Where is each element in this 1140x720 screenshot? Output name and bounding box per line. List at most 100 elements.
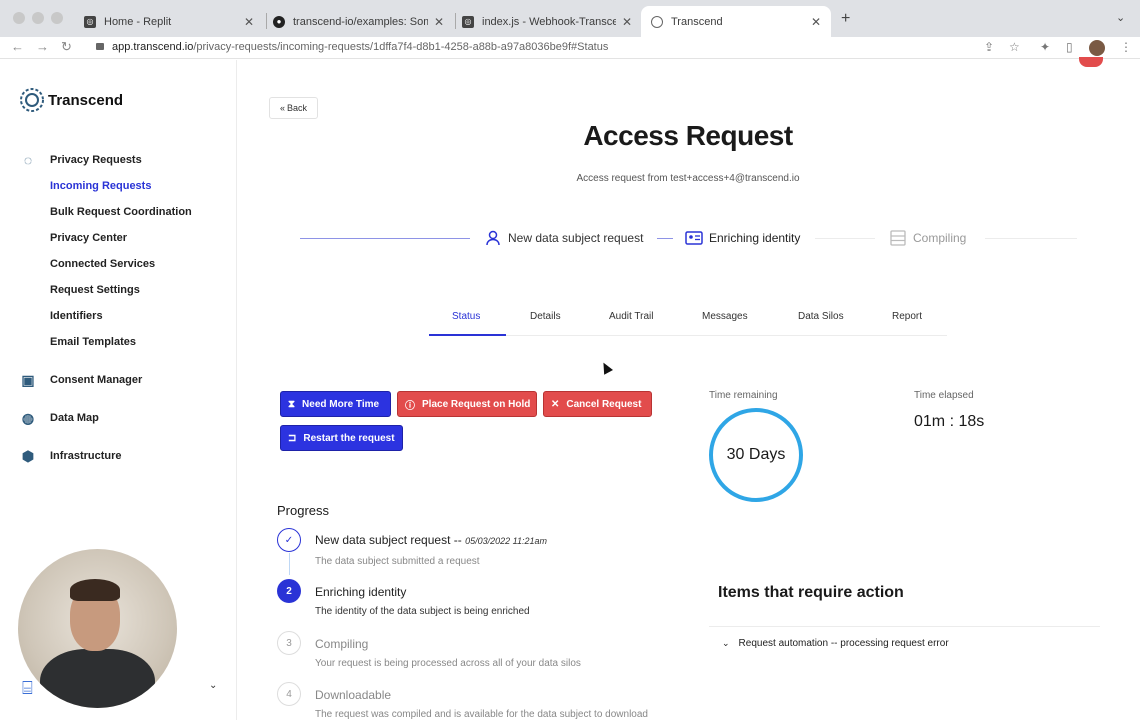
stage-connector bbox=[657, 238, 673, 239]
sidebar-item-identifiers[interactable]: Identifiers bbox=[50, 310, 103, 322]
sidebar-item-bulk-request-coordination[interactable]: Bulk Request Coordination bbox=[50, 206, 192, 218]
tab-report[interactable]: Report bbox=[892, 311, 922, 322]
mouse-cursor bbox=[599, 360, 613, 375]
stage-connector bbox=[815, 238, 875, 239]
button-label: Place Request on Hold bbox=[422, 398, 531, 410]
step-title: Compiling bbox=[315, 637, 369, 651]
step-connector bbox=[289, 553, 290, 575]
action-item-row[interactable]: ⌄ Request automation -- processing reque… bbox=[722, 638, 949, 649]
globe-icon: ◍ bbox=[21, 409, 35, 426]
window-zoom-dot[interactable] bbox=[51, 12, 63, 24]
stage-progress-line bbox=[300, 238, 470, 239]
stage-label: Enriching identity bbox=[709, 231, 801, 245]
forward-arrow-icon[interactable]: → bbox=[36, 39, 49, 54]
step-title: New data subject request -- 05/03/2022 1… bbox=[315, 533, 547, 547]
step-title: Enriching identity bbox=[315, 585, 407, 599]
back-label: Back bbox=[287, 103, 308, 113]
tab-audit-trail[interactable]: Audit Trail bbox=[609, 311, 653, 322]
browser-tab-active[interactable]: Transcend ✕ bbox=[641, 6, 831, 37]
tab-status[interactable]: Status bbox=[452, 311, 480, 322]
restart-request-button[interactable]: ⊐ Restart the request bbox=[280, 425, 403, 451]
close-icon[interactable]: ✕ bbox=[811, 15, 821, 29]
sidebar-item-email-templates[interactable]: Email Templates bbox=[50, 336, 136, 348]
items-divider bbox=[709, 626, 1100, 627]
step-complete-check-icon: ✓ bbox=[277, 528, 301, 552]
button-label: Cancel Request bbox=[566, 398, 642, 410]
step-description: The identity of the data subject is bein… bbox=[315, 606, 530, 617]
brand-logo[interactable]: Transcend bbox=[19, 87, 123, 113]
sidebar-item-infrastructure[interactable]: ⬢ Infrastructure bbox=[20, 448, 122, 464]
gift-icon[interactable]: ⌸ bbox=[22, 678, 33, 699]
address-bar[interactable]: app.transcend.io/privacy-requests/incomi… bbox=[96, 41, 608, 53]
reload-icon[interactable]: ↻ bbox=[61, 39, 72, 55]
browser-toolbar: ← → ↻ app.transcend.io/privacy-requests/… bbox=[0, 37, 1140, 59]
server-icon bbox=[889, 229, 907, 247]
avatar[interactable] bbox=[1089, 40, 1105, 56]
sidebar-toggle-icon[interactable]: ▯ bbox=[1066, 40, 1073, 54]
tab-details[interactable]: Details bbox=[530, 311, 561, 322]
sidebar-item-privacy-requests[interactable]: ◌ Privacy Requests bbox=[20, 152, 142, 168]
chevron-down-icon[interactable]: ⌄ bbox=[1116, 11, 1125, 24]
step-date: 05/03/2022 11:21am bbox=[465, 536, 547, 546]
globe-icon bbox=[651, 15, 663, 28]
browser-tab[interactable]: ◎ Home - Replit ✕ bbox=[74, 6, 264, 37]
back-button[interactable]: « Back bbox=[269, 97, 318, 119]
button-label: Restart the request bbox=[303, 432, 395, 444]
chat-bubble-icon: ◌ bbox=[23, 152, 33, 168]
extensions-icon[interactable]: ✦ bbox=[1040, 40, 1050, 54]
tab-label: index.js - Webhook-Transcend bbox=[482, 15, 616, 28]
step-number: 4 bbox=[277, 682, 301, 706]
webcam-overlay bbox=[18, 549, 177, 708]
close-icon[interactable]: ✕ bbox=[622, 15, 632, 29]
stage-connector bbox=[985, 238, 1077, 239]
sidebar-item-incoming-requests[interactable]: Incoming Requests bbox=[50, 180, 151, 192]
person-icon bbox=[484, 229, 502, 247]
step-description: The data subject submitted a request bbox=[315, 556, 480, 567]
browser-tab[interactable]: ◎ index.js - Webhook-Transcend ✕ bbox=[452, 6, 642, 37]
sidebar-item-request-settings[interactable]: Request Settings bbox=[50, 284, 140, 296]
stage-compiling: Compiling bbox=[889, 229, 966, 247]
button-label: Need More Time bbox=[302, 398, 380, 410]
notification-badge[interactable] bbox=[1079, 57, 1103, 67]
tab-messages[interactable]: Messages bbox=[702, 311, 748, 322]
sidebar-item-privacy-center[interactable]: Privacy Center bbox=[50, 232, 127, 244]
sidebar: Transcend ◌ Privacy Requests Incoming Re… bbox=[0, 60, 237, 720]
share-icon[interactable]: ⇪ bbox=[984, 40, 994, 54]
replit-icon: ◎ bbox=[84, 15, 96, 28]
cancel-request-button[interactable]: ✕ Cancel Request bbox=[543, 391, 652, 417]
window-close-dot[interactable] bbox=[13, 12, 25, 24]
need-more-time-button[interactable]: ⧗ Need More Time bbox=[280, 391, 391, 417]
time-remaining-ring: 30 Days bbox=[709, 408, 803, 502]
close-icon[interactable]: ✕ bbox=[244, 15, 254, 29]
brand-name: Transcend bbox=[48, 91, 124, 109]
id-card-icon bbox=[685, 229, 703, 247]
chevron-down-icon: ⌄ bbox=[722, 638, 730, 648]
new-tab-icon[interactable]: + bbox=[841, 10, 850, 28]
back-arrow-icon[interactable]: ← bbox=[11, 39, 24, 54]
close-icon[interactable]: ✕ bbox=[434, 15, 444, 29]
sidebar-item-label: Data Map bbox=[50, 412, 99, 424]
sidebar-item-consent-manager[interactable]: ▣ Consent Manager bbox=[20, 372, 142, 388]
window-minimize-dot[interactable] bbox=[32, 12, 44, 24]
action-item-label: Request automation -- processing request… bbox=[738, 638, 949, 649]
active-tab-underline bbox=[429, 334, 506, 336]
page-title: Access Request bbox=[583, 120, 793, 151]
browser-tab[interactable]: ● transcend-io/examples: Some ✕ bbox=[263, 6, 454, 37]
tab-data-silos[interactable]: Data Silos bbox=[798, 311, 844, 322]
time-elapsed-label: Time elapsed bbox=[914, 390, 974, 401]
sidebar-item-label: Infrastructure bbox=[50, 450, 122, 462]
chevron-down-icon[interactable]: ⌄ bbox=[209, 680, 217, 691]
stage-label: New data subject request bbox=[508, 231, 644, 245]
time-elapsed-value: 01m : 18s bbox=[914, 413, 985, 430]
step-title-text: New data subject request -- bbox=[315, 533, 462, 547]
lock-icon bbox=[96, 43, 104, 50]
sidebar-item-connected-services[interactable]: Connected Services bbox=[50, 258, 155, 270]
star-icon[interactable]: ☆ bbox=[1009, 40, 1020, 54]
request-tabs: Status Details Audit Trail Messages Data… bbox=[429, 306, 947, 336]
person-hair bbox=[70, 579, 120, 601]
tab-label: Home - Replit bbox=[104, 15, 172, 28]
sidebar-item-data-map[interactable]: ◍ Data Map bbox=[20, 410, 99, 426]
time-remaining-label: Time remaining bbox=[709, 390, 778, 401]
place-on-hold-button[interactable]: ⓘ Place Request on Hold bbox=[397, 391, 537, 417]
kebab-menu-icon[interactable]: ⋮ bbox=[1120, 40, 1132, 54]
